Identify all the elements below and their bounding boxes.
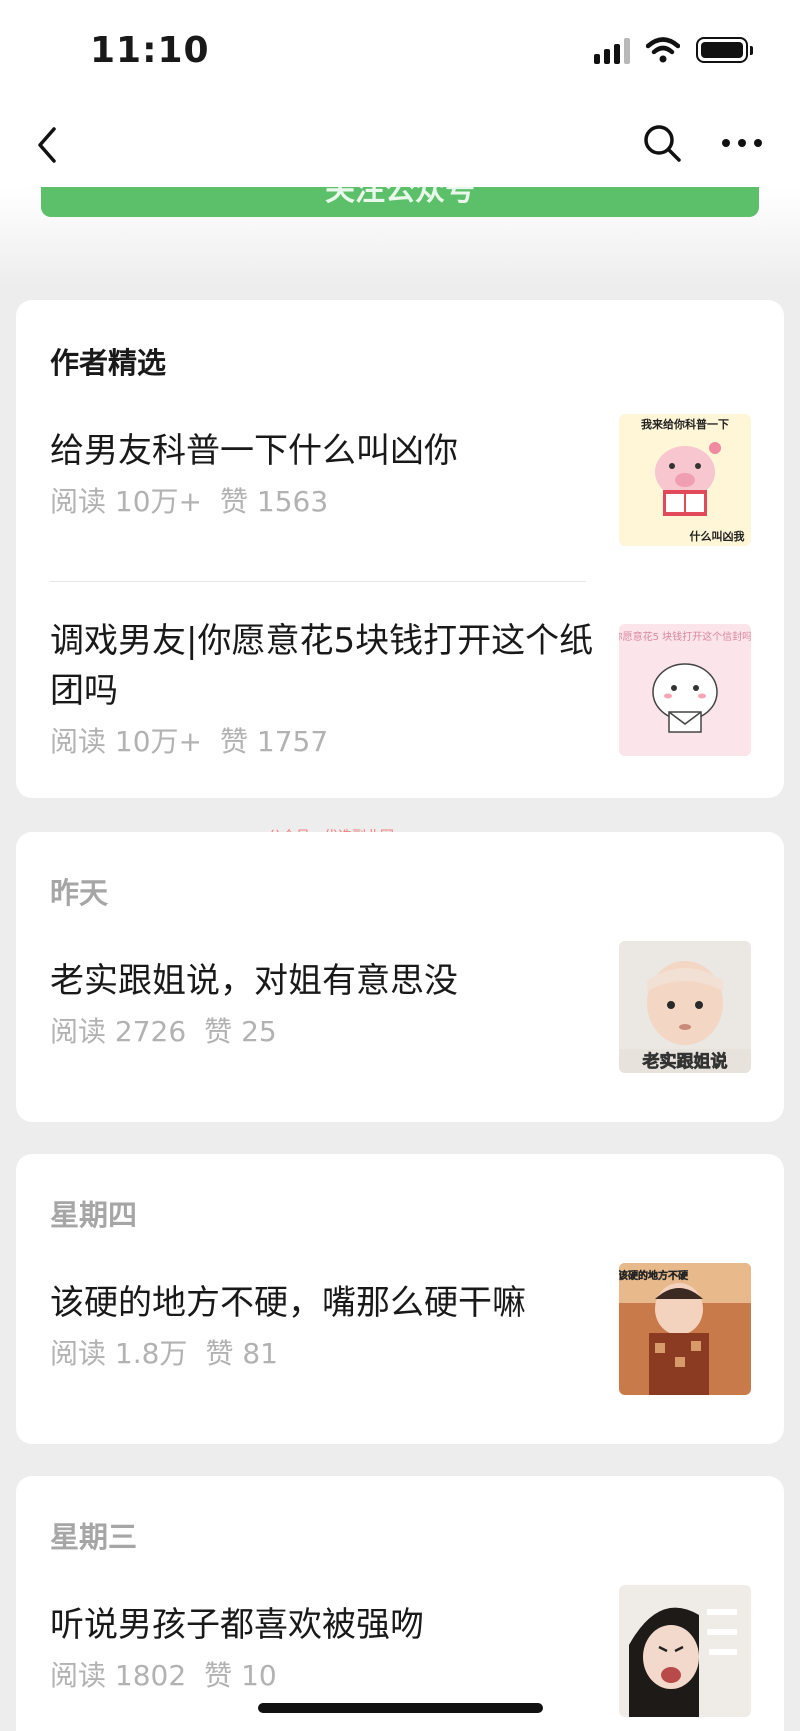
article-title: 听说男孩子都喜欢被强吻 — [50, 1605, 424, 1645]
read-count: 阅读 10万+ — [50, 485, 202, 518]
follow-button[interactable]: 关注公众号 — [41, 187, 759, 217]
article-thumbnail[interactable] — [619, 1585, 751, 1717]
back-icon[interactable] — [30, 123, 74, 167]
article-title: 给男友科普一下什么叫凶你 — [50, 431, 458, 471]
day-card-yesterday: 昨天 老实跟姐说，对姐有意思没 阅读 2726 赞 25 老实跟姐说 — [16, 832, 784, 1122]
nav-bar — [0, 105, 800, 187]
article-title: 调戏男友|你愿意花5块钱打开这个纸团吗 — [50, 621, 594, 711]
thumb-caption: 你愿意花5 块钱打开这个信封吗? — [619, 630, 751, 643]
article-title: 该硬的地方不硬，嘴那么硬干嘛 — [50, 1283, 526, 1323]
thumb-caption: 老实跟姐说 — [642, 1051, 728, 1072]
top-area: 关注公众号 — [0, 187, 800, 287]
like-count: 赞 1563 — [220, 485, 329, 518]
battery-icon — [696, 37, 753, 63]
article-thumbnail[interactable]: 老实跟姐说 — [619, 941, 751, 1073]
day-card-wednesday: 星期三 听说男孩子都喜欢被强吻 阅读 1802 赞 10 — [16, 1476, 784, 1731]
article-thumbnail[interactable]: 你愿意花5 块钱打开这个信封吗? — [619, 624, 751, 756]
thumb-caption-bottom: 什么叫凶我 — [690, 529, 745, 543]
status-time: 11:10 — [90, 30, 210, 71]
thumb-caption: 该硬的地方不硬 — [619, 1269, 689, 1282]
home-indicator — [258, 1703, 543, 1713]
featured-card: 作者精选 给男友科普一下什么叫凶你 阅读 10万+ 赞 1563 我来给你科普一下… — [16, 300, 784, 798]
wifi-icon — [646, 37, 680, 63]
day-label: 星期四 — [50, 1198, 138, 1232]
read-count: 阅读 10万+ — [50, 725, 202, 758]
more-icon[interactable] — [718, 121, 766, 165]
read-count: 阅读 1802 — [50, 1659, 187, 1692]
signal-icon — [594, 36, 630, 64]
like-count: 赞 10 — [204, 1659, 277, 1692]
like-count: 赞 81 — [205, 1337, 278, 1370]
day-label: 星期三 — [50, 1520, 138, 1554]
thumb-caption: 我来给你科普一下 — [641, 417, 729, 431]
like-count: 赞 25 — [204, 1015, 277, 1048]
article-thumbnail[interactable]: 我来给你科普一下 什么叫凶我 — [619, 414, 751, 546]
read-count: 阅读 1.8万 — [50, 1337, 188, 1370]
article-title: 老实跟姐说，对姐有意思没 — [50, 961, 458, 1001]
status-icons — [594, 36, 753, 64]
day-label: 昨天 — [50, 876, 109, 910]
featured-title: 作者精选 — [50, 346, 167, 380]
status-bar: 11:10 — [0, 0, 800, 105]
day-card-thursday: 星期四 该硬的地方不硬，嘴那么硬干嘛 阅读 1.8万赞 81 该硬的地方不硬 — [16, 1154, 784, 1444]
divider — [50, 581, 586, 582]
article-thumbnail[interactable]: 该硬的地方不硬 — [619, 1263, 751, 1395]
read-count: 阅读 2726 — [50, 1015, 187, 1048]
search-icon[interactable] — [640, 121, 684, 165]
like-count: 赞 1757 — [220, 725, 329, 758]
follow-button-label: 关注公众号 — [325, 187, 475, 208]
